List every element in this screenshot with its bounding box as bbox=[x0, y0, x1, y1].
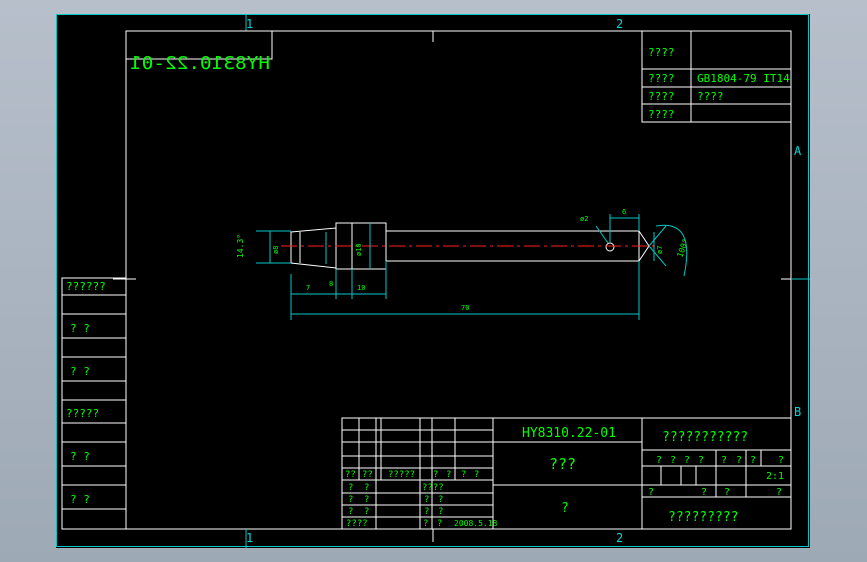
stage-cell-4: ? bbox=[721, 455, 727, 466]
sheet-cell-3: ? bbox=[776, 487, 782, 498]
dim-d1: ø8 bbox=[272, 246, 280, 254]
dim-offset: 6 bbox=[622, 208, 626, 216]
rev-header-0: ?? bbox=[345, 470, 356, 480]
row1-a: ? bbox=[348, 495, 353, 505]
sheet-cell-0: ? bbox=[648, 487, 654, 498]
drawing-number: HY8310.22-01 bbox=[522, 426, 616, 441]
zone-bottom-1: 1 bbox=[246, 531, 253, 545]
zone-right-b: B bbox=[794, 405, 801, 419]
stage-cell-1: ? bbox=[670, 455, 676, 466]
rev-header-4: ? bbox=[446, 470, 451, 480]
date: 2008.5.18 bbox=[454, 519, 498, 528]
zone-bottom-2: 2 bbox=[616, 531, 623, 545]
dim-chamfer-angle: 14.3° bbox=[236, 234, 245, 258]
sheet-cell-1: ? bbox=[701, 487, 707, 498]
dim-hole: ø2 bbox=[580, 215, 588, 223]
stage-cell-7: ? bbox=[778, 455, 784, 466]
spec-table: ???? ???? GB1804-79 IT14 ???? ???? ???? bbox=[641, 30, 792, 123]
side-label-0: ?????? bbox=[66, 280, 106, 293]
spec-value-1: GB1804-79 IT14 bbox=[697, 72, 790, 85]
row0-a: ? bbox=[348, 483, 353, 493]
dim-len-b: 8 bbox=[329, 280, 333, 288]
side-label-2: ? ? bbox=[70, 365, 90, 378]
row3-c: ? bbox=[423, 519, 428, 529]
spec-value-2: ???? bbox=[697, 90, 724, 103]
company-name: ??????????? bbox=[662, 430, 748, 445]
company-name-2: ????????? bbox=[668, 510, 738, 525]
row3-a: ???? bbox=[346, 519, 368, 529]
spec-label-2: ???? bbox=[648, 90, 675, 103]
row0-c: ???? bbox=[422, 483, 444, 493]
spec-label-1: ???? bbox=[648, 72, 675, 85]
dim-d2: ø10 bbox=[355, 243, 363, 256]
stage-cell-0: ? bbox=[656, 455, 662, 466]
pin-hole bbox=[605, 242, 615, 252]
part-name: ??? bbox=[549, 455, 576, 473]
row2-d: ? bbox=[438, 507, 443, 517]
spec-label-0: ???? bbox=[648, 46, 675, 59]
zone-right-a: A bbox=[794, 144, 802, 158]
side-label-3: ????? bbox=[66, 407, 99, 420]
stage-cell-5: ? bbox=[736, 455, 742, 466]
dim-tip-angle: 100° bbox=[675, 238, 690, 259]
side-label-1: ? ? bbox=[70, 322, 90, 335]
row1-c: ? bbox=[424, 495, 429, 505]
rev-header-1: ?? bbox=[362, 470, 373, 480]
row1-d: ? bbox=[438, 495, 443, 505]
rev-header-3: ? bbox=[433, 470, 438, 480]
row0-b: ? bbox=[364, 483, 369, 493]
dim-len-a: 7 bbox=[306, 284, 310, 292]
stage-cell-2: ? bbox=[684, 455, 690, 466]
stage-cell-6: ? bbox=[750, 455, 756, 466]
sheet-cell-2: ? bbox=[724, 487, 730, 498]
mirrored-code: HY8310.22-01 bbox=[130, 53, 270, 74]
chamfer-section bbox=[290, 227, 337, 269]
row2-c: ? bbox=[424, 507, 429, 517]
rev-header-6: ? bbox=[474, 470, 479, 480]
dim-len-c: 10 bbox=[357, 284, 365, 292]
row1-b: ? bbox=[364, 495, 369, 505]
rev-header-2: ????? bbox=[388, 470, 415, 480]
side-label-5: ? ? bbox=[70, 493, 90, 506]
dim-d-tip: ø7 bbox=[656, 246, 664, 254]
dim-len-total: 70 bbox=[461, 304, 469, 312]
stage-cell-3: ? bbox=[698, 455, 704, 466]
row3-d: ? bbox=[437, 519, 442, 529]
part-drawing: 14.3° ø8 ø10 ø2 6 7 8 10 70 ø7 100° bbox=[236, 208, 690, 320]
scale: 2:1 bbox=[766, 471, 784, 482]
zone-top-2: 2 bbox=[616, 17, 623, 31]
side-table: ?????? ? ? ? ? ????? ? ? ? ? bbox=[61, 277, 127, 530]
material: ? bbox=[561, 501, 569, 516]
side-label-4: ? ? bbox=[70, 450, 90, 463]
cad-viewport[interactable]: 1 2 1 2 A B HY8310.22-01 ???? ???? GB180… bbox=[0, 0, 867, 562]
rev-header-5: ? bbox=[461, 470, 466, 480]
drawing-sheet: 1 2 1 2 A B HY8310.22-01 ???? ???? GB180… bbox=[56, 14, 810, 548]
zone-top-1: 1 bbox=[246, 17, 253, 31]
row2-b: ? bbox=[364, 507, 369, 517]
title-block: HY8310.22-01 ??? ? ??????????? ?????????… bbox=[341, 417, 792, 530]
row2-a: ? bbox=[348, 507, 353, 517]
spec-label-3: ???? bbox=[648, 108, 675, 121]
drawing-canvas[interactable]: 1 2 1 2 A B HY8310.22-01 ???? ???? GB180… bbox=[56, 14, 810, 548]
